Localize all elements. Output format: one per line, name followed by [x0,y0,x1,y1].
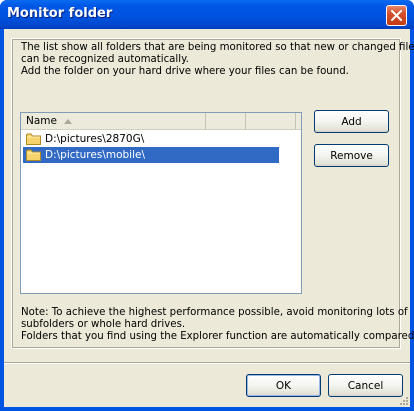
folder-path: D:\pictures\mobile\ [45,149,145,161]
resize-grip-icon[interactable] [398,395,408,405]
note-text: Note: To achieve the highest performance… [21,307,414,343]
footer-separator [4,362,410,364]
window-title: Monitor folder [7,6,113,21]
column-header-name[interactable]: Name [21,113,206,129]
dialog-client-area: The list show all folders that are being… [4,29,414,407]
dialog-window: Monitor folder The list show all folders… [0,0,414,411]
close-button[interactable] [386,5,407,26]
note-line: Folders that you find using the Explorer… [21,331,414,342]
description-line: Add the folder on your hard drive where … [21,66,349,77]
folder-icon [26,133,41,145]
column-header-3[interactable] [246,113,296,129]
sort-ascending-icon [64,118,73,124]
add-button[interactable]: Add [314,110,389,133]
description-text: The list show all folders that are being… [21,42,414,78]
description-line: The list show all folders that are being… [21,42,414,53]
remove-button[interactable]: Remove [314,144,389,167]
column-header-2[interactable] [206,113,246,129]
folder-path: D:\pictures\2870G\ [45,133,145,145]
list-header: Name [21,113,301,130]
list-item-selected[interactable]: D:\pictures\mobile\ [23,147,279,163]
note-line: subfolders or whole hard drives. [21,319,186,330]
ok-button[interactable]: OK [246,374,321,397]
folder-list[interactable]: Name D:\pictures\2870G\ D:\pictures\mobi… [20,112,302,294]
folder-icon [26,149,41,161]
note-line: Note: To achieve the highest performance… [21,307,408,318]
list-item[interactable]: D:\pictures\2870G\ [23,131,279,147]
title-bar[interactable]: Monitor folder [0,0,414,29]
close-icon [391,10,402,21]
column-header-label: Name [26,115,57,127]
description-line: can be recognized automatically. [21,54,189,65]
cancel-button[interactable]: Cancel [328,374,403,397]
